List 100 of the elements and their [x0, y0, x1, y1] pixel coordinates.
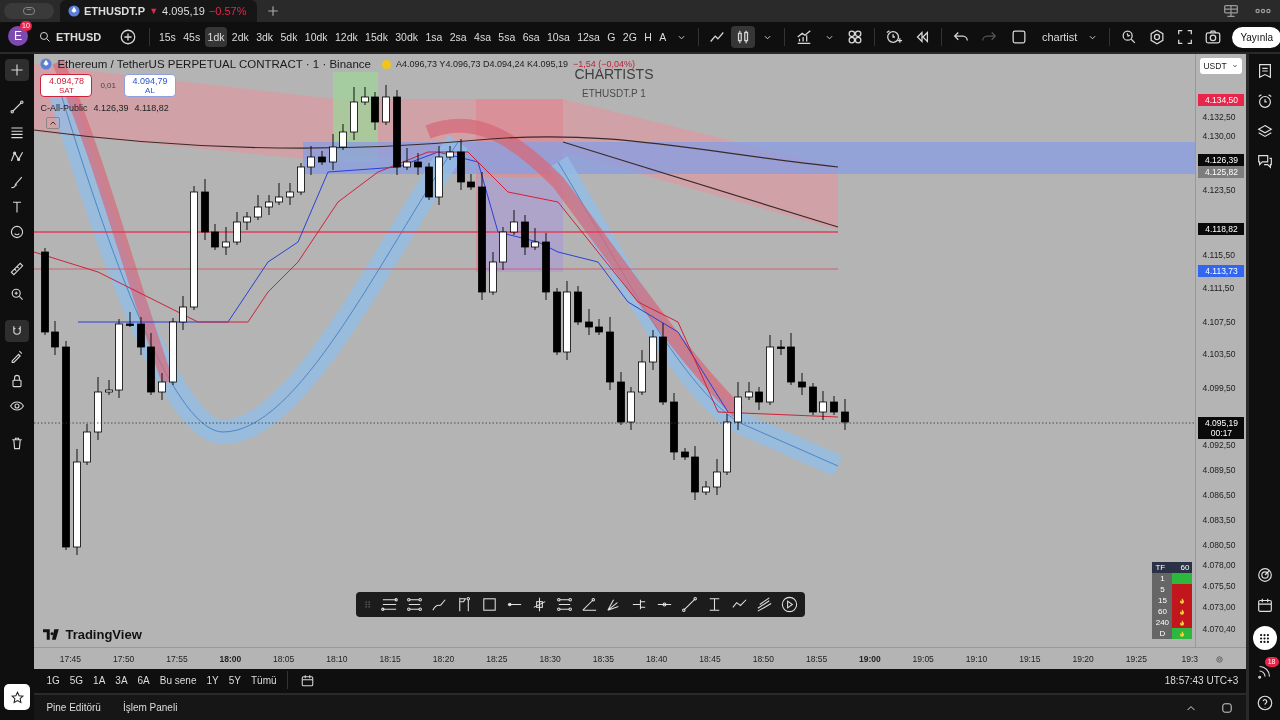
price-label: 4.130,00 [1202, 131, 1236, 141]
range-button[interactable]: 6A [133, 672, 154, 688]
table-header: TF [1155, 562, 1166, 573]
ohlc-values: A4.096,73 Y4.096,73 D4.094,24 K4.095,19 [396, 59, 568, 69]
range-button[interactable]: Tümü [246, 672, 281, 688]
table-cell: 5 [1152, 584, 1173, 595]
price-tag: 4.095,19 00:17 [1198, 417, 1245, 439]
time-label: 17:45 [58, 654, 83, 664]
price-label: 4.107,50 [1202, 317, 1236, 327]
table-cell: 15 [1152, 595, 1173, 606]
table-cell: 60 [1152, 606, 1173, 617]
interval-button[interactable]: 12dk [332, 27, 361, 47]
price-label: 4.078,00 [1202, 560, 1236, 570]
interval-button[interactable]: 15dk [362, 27, 391, 47]
price-label: 4.083,50 [1202, 515, 1236, 525]
time-label: 18:05 [271, 654, 296, 664]
time-label: 19:25 [1124, 654, 1149, 664]
interval-button[interactable]: 10dk [302, 27, 331, 47]
interval-button[interactable]: 4sa [471, 27, 494, 47]
price-label: 4.092,50 [1202, 440, 1236, 450]
price-tag: 4.126,39 [1198, 154, 1245, 166]
range-button[interactable]: 3A [111, 672, 132, 688]
interval-button[interactable]: A [656, 27, 669, 47]
time-label: 18:00 [218, 654, 243, 664]
interval-button[interactable]: H [641, 27, 655, 47]
interval-button[interactable]: 10sa [544, 27, 573, 47]
table-cell: 240 [1152, 617, 1173, 628]
price-label: 4.099,50 [1202, 383, 1236, 393]
time-label: 18:25 [485, 654, 509, 664]
interval-button[interactable]: 2dk [229, 27, 252, 47]
watermark-subtitle: ETHUSDT.P 1 [582, 88, 646, 99]
price-label: 4.123,50 [1202, 185, 1236, 195]
indicator-value: 4.118,82 [134, 103, 169, 113]
buy-button[interactable]: 4.094,79 AL [124, 74, 176, 97]
time-label: 19:00 [858, 654, 882, 664]
price-label: 4.089,50 [1202, 465, 1236, 475]
time-label: 18:15 [378, 654, 402, 664]
price-tag: 4.113,73 [1198, 265, 1245, 277]
time-label: 19:05 [911, 654, 935, 664]
price-label: 4.103,50 [1202, 349, 1236, 359]
time-label: 18:50 [751, 654, 775, 664]
symbol-tab[interactable]: ETHUSDT.P ▼ 4.095,19 −0.57% [60, 0, 257, 22]
interval-button[interactable]: 2sa [447, 27, 470, 47]
spread-value: 0,01 [100, 81, 116, 90]
interval-button[interactable]: 12sa [574, 27, 603, 47]
time-label: 18:20 [431, 654, 456, 664]
time-label: 17:55 [165, 654, 189, 664]
clock-text[interactable]: 18:57:43 UTC+3 [1164, 674, 1239, 686]
time-label: 17:50 [112, 654, 136, 664]
symbol-search-button[interactable]: ETHUSD [38, 30, 112, 44]
interval-button[interactable]: 15s [156, 27, 179, 47]
time-label: 19:10 [964, 654, 989, 664]
indicator-name[interactable]: C-All-Public [40, 103, 88, 113]
logo-text: TradingView [65, 627, 142, 642]
interval-button[interactable]: G [604, 27, 619, 47]
panel-tab[interactable]: Pine Editörü [46, 702, 101, 714]
time-label: 19:20 [1071, 654, 1095, 664]
interval-button[interactable]: 1sa [422, 27, 446, 47]
price-label: 4.115,50 [1202, 250, 1235, 260]
price-label: 4.111,50 [1202, 283, 1235, 293]
range-button[interactable]: Bu sene [155, 672, 201, 688]
sell-button[interactable]: 4.094,78 SAT [40, 74, 93, 97]
price-label: 4.080,50 [1202, 540, 1236, 550]
panel-tab[interactable]: İşlem Paneli [122, 702, 178, 714]
layout-name-button[interactable]: chartist [1033, 31, 1081, 43]
time-label: 18:35 [591, 654, 616, 664]
interval-button[interactable]: 3dk [253, 27, 276, 47]
price-tag: 4.134,50 [1198, 94, 1245, 106]
range-button[interactable]: 1Y [202, 672, 223, 688]
price-tag: 4.118,82 [1198, 223, 1245, 235]
time-label: 19:15 [1018, 654, 1042, 664]
publish-button[interactable]: Yayınla [1232, 26, 1280, 48]
time-label: 18:45 [698, 654, 722, 664]
currency-dropdown[interactable]: USDT [1200, 58, 1243, 74]
time-label: 18:55 [804, 654, 829, 664]
interval-button[interactable]: 30dk [392, 27, 421, 47]
interval-button[interactable]: 1dk [204, 27, 228, 47]
time-label: 18:30 [538, 654, 562, 664]
price-label: 4.070,40 [1202, 624, 1236, 634]
price-tag: 4.125,82 [1198, 166, 1245, 178]
price-label: 4.073,00 [1202, 602, 1236, 612]
interval-button[interactable]: 45s [180, 27, 203, 47]
range-button[interactable]: 1A [89, 672, 110, 688]
time-label: 18:10 [325, 654, 349, 664]
table-cell: 1 [1152, 573, 1173, 584]
indicator-value: 4.126,39 [93, 103, 129, 113]
range-button[interactable]: 5Y [224, 672, 245, 688]
range-button[interactable]: 5G [65, 672, 88, 688]
time-label: 18:40 [645, 654, 669, 664]
price-label: 4.075,50 [1202, 581, 1236, 591]
range-button[interactable]: 1G [42, 672, 64, 688]
time-label: 19:3 [1180, 654, 1199, 664]
symbol-title[interactable]: Ethereum / TetherUS PERPETUAL CONTRACT · 1 · Binance [57, 58, 371, 70]
interval-button[interactable]: 5dk [277, 27, 301, 47]
interval-button[interactable]: 2G [620, 27, 640, 47]
price-label: 4.086,50 [1202, 490, 1236, 500]
table-header: 60 [1180, 562, 1190, 573]
price-label: 4.132,50 [1202, 112, 1236, 122]
interval-button[interactable]: 5sa [495, 27, 518, 47]
interval-button[interactable]: 6sa [520, 27, 543, 47]
